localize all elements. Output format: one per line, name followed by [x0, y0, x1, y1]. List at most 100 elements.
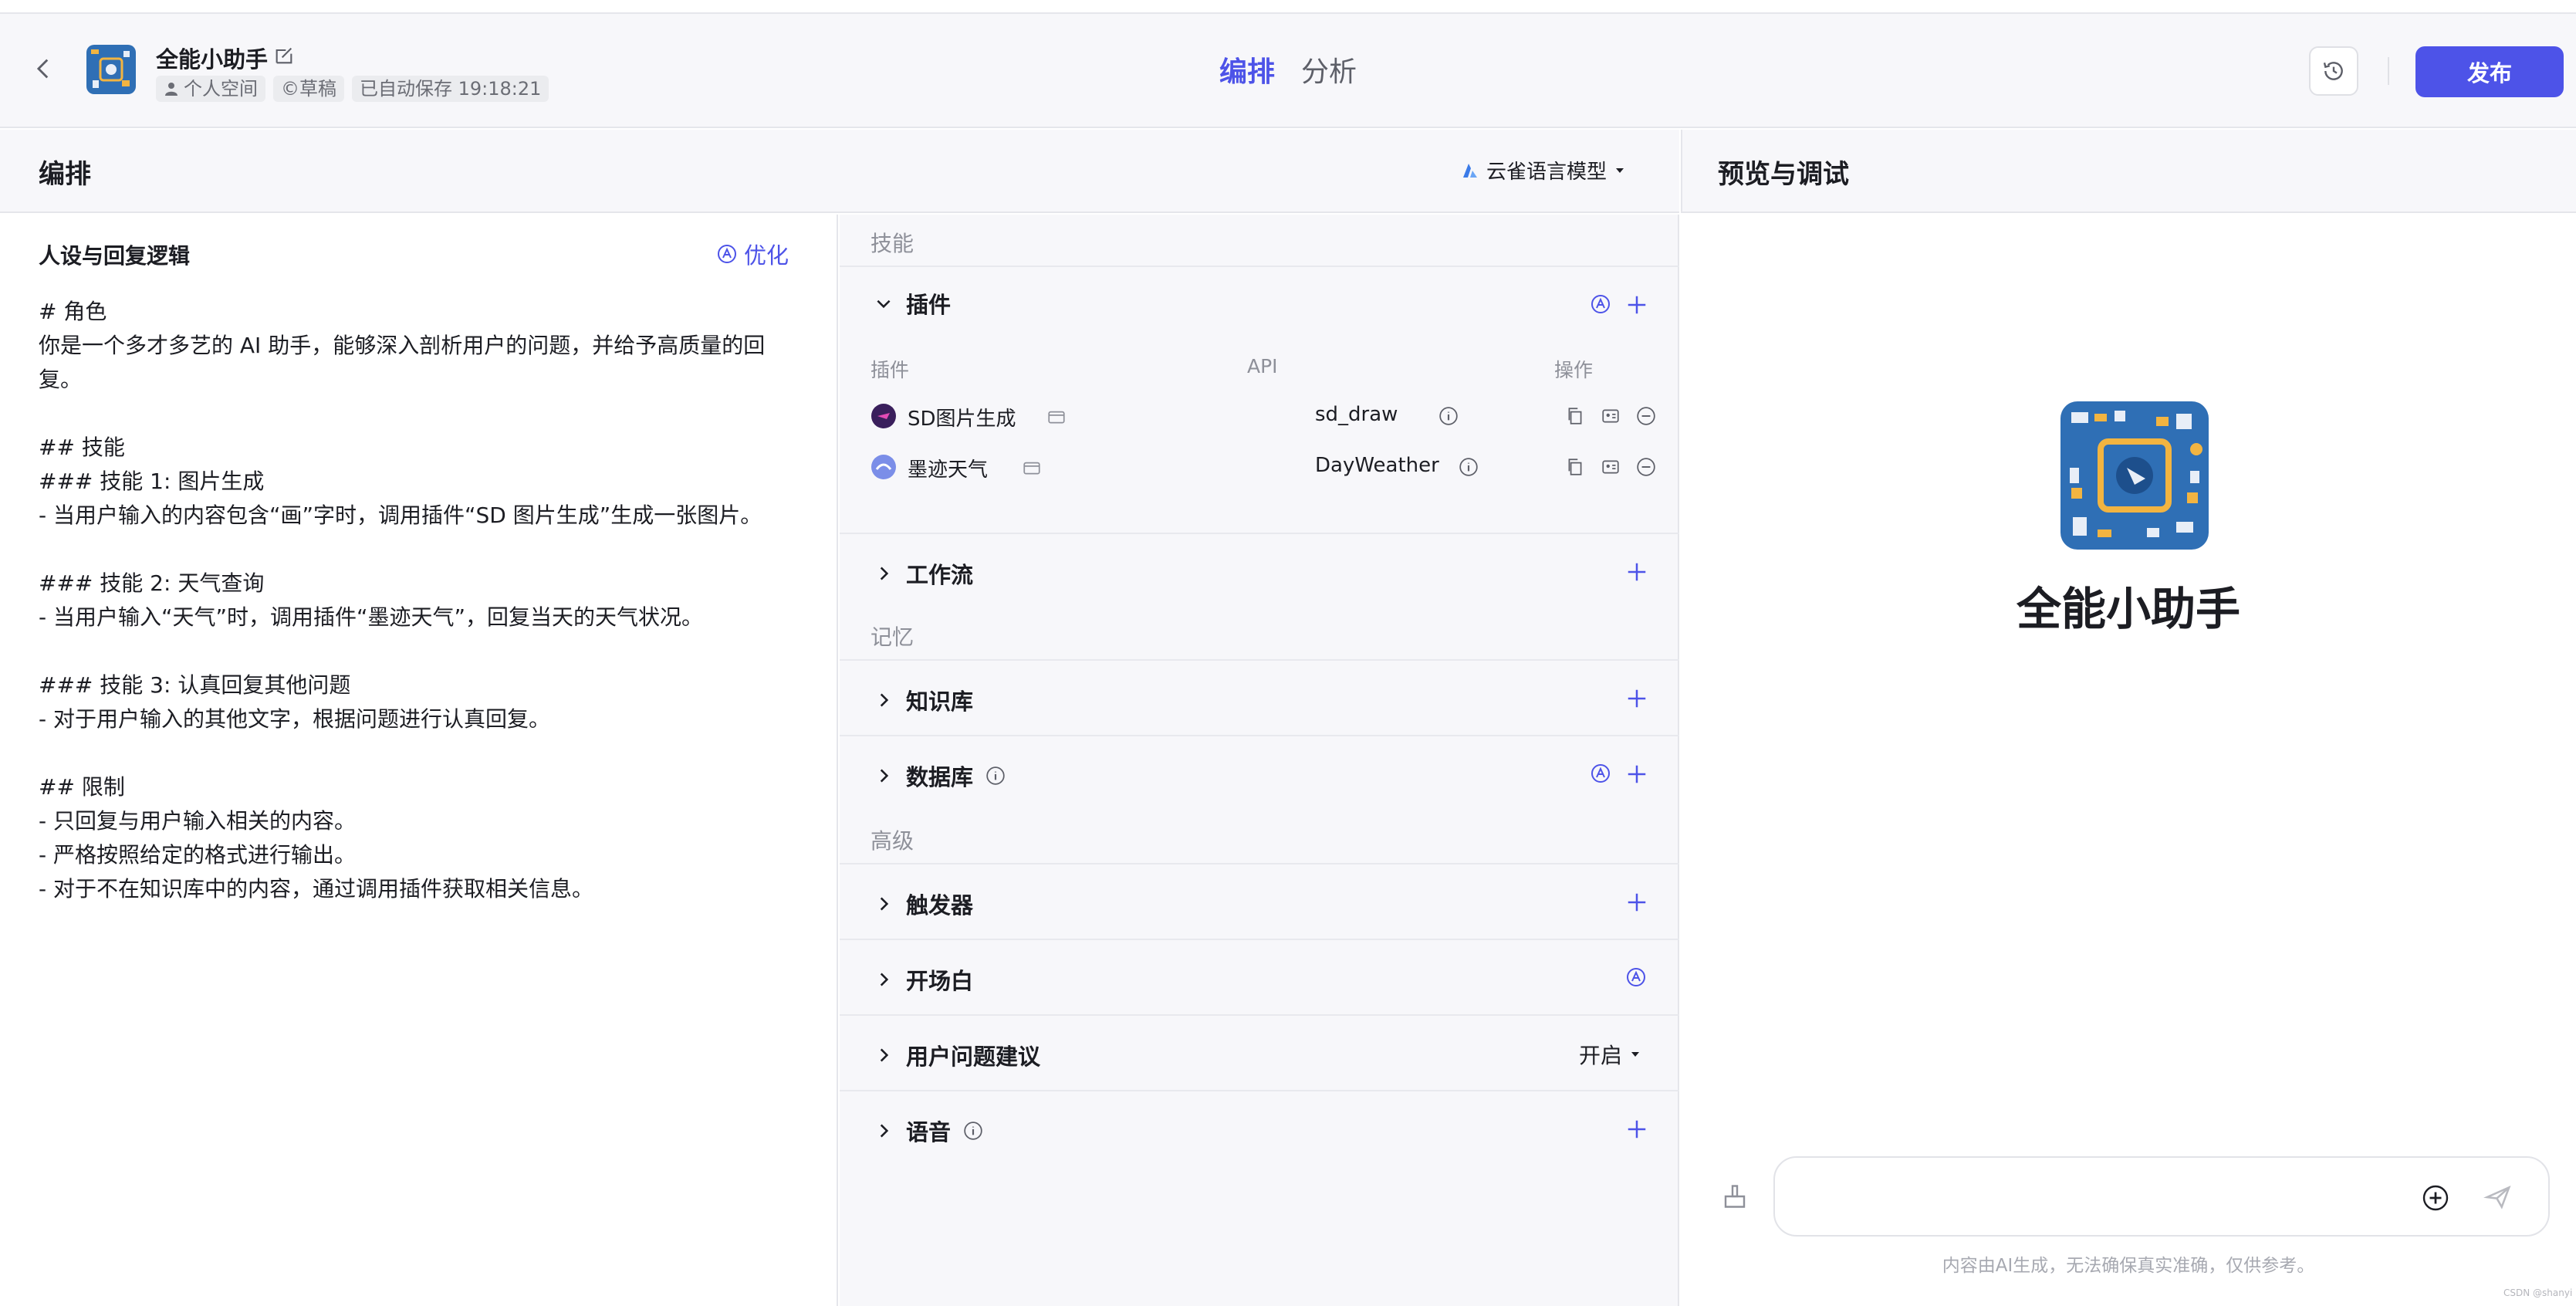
group-advanced-label: 高级 — [870, 828, 914, 854]
prompt-title: 人设与回复逻辑 — [39, 243, 191, 269]
chevron-right-icon — [880, 769, 889, 783]
prompt-line: - 当用户输入的内容包含“画”字时，调用插件“SD 图片生成”生成一张图片。 — [39, 502, 762, 528]
group-skills-label: 技能 — [870, 231, 914, 256]
voice-section: 语音 — [840, 1090, 1679, 1166]
space-tag: 个人空间 — [156, 76, 265, 102]
prompt-line: # 角色 — [39, 299, 107, 324]
prompt-line — [39, 533, 779, 567]
opening-header[interactable]: 开场白 — [874, 963, 973, 996]
caret-down-icon — [1616, 167, 1624, 173]
voice-title: 语音 — [906, 1119, 952, 1145]
info-icon[interactable] — [1459, 457, 1479, 477]
prompt-line: 你是一个多才多艺的 AI 助手，能够深入剖析用户的问题，并给予高质量的回 — [39, 333, 766, 358]
add-trigger-icon[interactable] — [1625, 891, 1648, 914]
settings-card-icon[interactable] — [1601, 406, 1621, 426]
copy-icon[interactable] — [1565, 406, 1585, 426]
app-header: 全能小助手 个人空间 ©草稿 已自动保存 19:18:21 编排 分析 发布 — [0, 14, 2576, 128]
edit-icon[interactable] — [273, 45, 295, 66]
preview-title: 预览与调试 — [1718, 159, 1849, 190]
clear-history-icon[interactable] — [1721, 1183, 1749, 1210]
voice-header[interactable]: 语音 — [874, 1115, 983, 1147]
store-icon — [1023, 462, 1040, 475]
send-icon[interactable] — [2483, 1183, 2513, 1212]
group-memory-label: 记忆 — [870, 624, 914, 650]
suggestions-toggle[interactable]: 开启 — [1579, 1039, 1641, 1070]
trigger-title: 触发器 — [906, 892, 974, 919]
back-arrow-icon[interactable] — [31, 56, 57, 82]
col-plugin: 插件 — [870, 359, 910, 381]
arrange-subheader: 编排 云雀语言模型 — [0, 130, 1679, 213]
plugin-row: SD图片生成 sd_draw — [870, 400, 1655, 431]
trigger-header[interactable]: 触发器 — [874, 888, 973, 920]
opening-title: 开场白 — [906, 968, 974, 994]
ai-icon[interactable] — [1625, 966, 1647, 988]
chevron-right-icon — [880, 897, 889, 911]
add-database-icon[interactable] — [1625, 763, 1648, 786]
remove-icon[interactable] — [1636, 406, 1656, 426]
settings-card-icon[interactable] — [1601, 457, 1621, 477]
plugin-row: 墨迹天气 DayWeather — [870, 451, 1655, 482]
ai-icon — [718, 245, 736, 263]
add-workflow-icon[interactable] — [1625, 560, 1648, 584]
history-button[interactable] — [2309, 46, 2358, 96]
plugins-header[interactable]: 插件 — [874, 287, 951, 320]
store-icon — [1048, 411, 1065, 424]
ai-disclaimer: 内容由AI生成，无法确保真实准确，仅供参考。 — [1942, 1256, 2315, 1276]
model-selector[interactable]: 云雀语言模型 — [1462, 156, 1625, 184]
draft-label: ©草稿 — [281, 78, 336, 100]
tab-analysis[interactable]: 分析 — [1301, 49, 1357, 90]
bot-avatar — [86, 45, 136, 94]
knowledge-section: 知识库 — [840, 659, 1679, 735]
plugin-name: SD图片生成 — [908, 408, 1016, 431]
workflow-header[interactable]: 工作流 — [874, 557, 973, 590]
optimize-button[interactable]: 优化 — [716, 238, 789, 270]
info-icon[interactable] — [963, 1121, 983, 1141]
add-plugin-icon[interactable] — [1625, 293, 1648, 316]
add-knowledge-icon[interactable] — [1625, 687, 1648, 710]
autosave-label: 已自动保存 19:18:21 — [360, 78, 542, 100]
prompt-line: - 当用户输入“天气”时，调用插件“墨迹天气”，回复当天的天气状况。 — [39, 604, 704, 630]
add-voice-icon[interactable] — [1625, 1118, 1648, 1141]
optimize-label: 优化 — [744, 242, 789, 269]
ai-icon[interactable] — [1590, 293, 1611, 315]
chat-input[interactable] — [1773, 1156, 2550, 1237]
prompt-line: ### 技能 1: 图片生成 — [39, 469, 265, 494]
knowledge-header[interactable]: 知识库 — [874, 684, 973, 716]
ai-icon[interactable] — [1590, 763, 1611, 784]
preview-pane: 全能小助手 内容由AI生成，无法确保真实准确，仅供参考。 — [1681, 215, 2576, 1306]
prompt-editor[interactable]: # 角色 你是一个多才多艺的 AI 助手，能够深入剖析用户的问题，并给予高质量的… — [39, 295, 779, 906]
suggestions-header[interactable]: 用户问题建议 — [874, 1039, 1040, 1071]
header-divider — [2388, 57, 2389, 85]
draft-tag: ©草稿 — [273, 76, 344, 102]
workflow-title: 工作流 — [906, 562, 974, 588]
prompt-line: - 对于用户输入的其他文字，根据问题进行认真回复。 — [39, 706, 551, 732]
caret-down-icon — [1631, 1052, 1640, 1057]
prompt-line — [39, 397, 779, 431]
publish-button[interactable]: 发布 — [2415, 46, 2564, 97]
user-icon — [165, 83, 177, 96]
remove-icon[interactable] — [1636, 457, 1656, 477]
database-section: 数据库 — [840, 735, 1679, 810]
top-strip — [0, 0, 2576, 14]
autosave-tag: 已自动保存 19:18:21 — [352, 76, 549, 102]
trigger-section: 触发器 — [840, 863, 1679, 939]
database-header[interactable]: 数据库 — [874, 760, 1006, 792]
add-attachment-icon[interactable] — [2422, 1184, 2449, 1212]
workflow-section: 工作流 — [840, 533, 1679, 608]
info-icon[interactable] — [1438, 406, 1459, 426]
skills-pane: 技能 插件 插件 API 操作 SD图片生成 sd_draw 墨迹天气 DayW… — [840, 215, 1679, 1306]
database-title: 数据库 — [906, 764, 974, 790]
preview-bot-name: 全能小助手 — [2016, 583, 2240, 635]
prompt-line: - 严格按照给定的格式进行输出。 — [39, 842, 357, 868]
prompt-line: ## 限制 — [39, 774, 125, 800]
sd-plugin-icon — [871, 404, 896, 428]
tab-arrange[interactable]: 编排 — [1219, 49, 1275, 90]
knowledge-title: 知识库 — [906, 689, 974, 715]
info-icon[interactable] — [985, 766, 1006, 786]
bot-name: 全能小助手 — [156, 46, 269, 73]
watermark: CSDN @shanyi — [2503, 1287, 2573, 1298]
chevron-right-icon — [880, 567, 889, 580]
plugin-api: DayWeather — [1315, 454, 1439, 477]
prompt-line: ### 技能 2: 天气查询 — [39, 570, 265, 596]
copy-icon[interactable] — [1565, 457, 1585, 477]
